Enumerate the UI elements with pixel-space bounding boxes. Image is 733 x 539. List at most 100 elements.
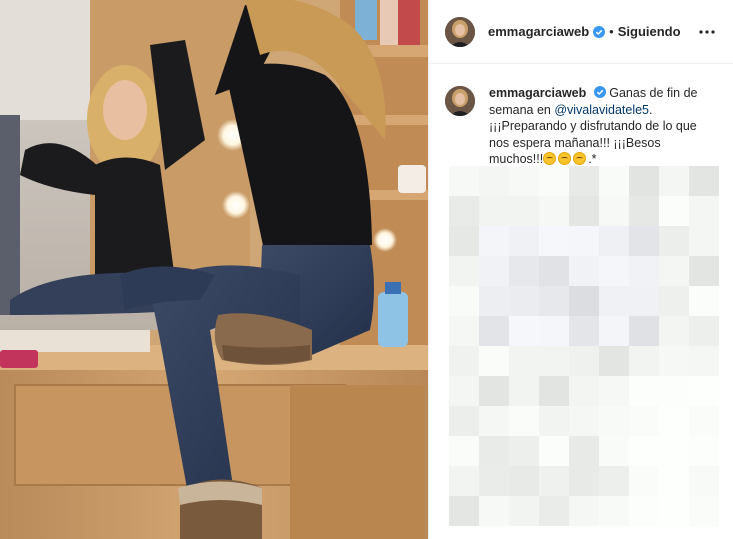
mosaic-cell — [659, 196, 689, 226]
mosaic-cell — [479, 436, 509, 466]
mosaic-cell — [539, 316, 569, 346]
mosaic-cell — [479, 316, 509, 346]
kissing-face-emoji-icon — [558, 152, 572, 166]
mosaic-cell — [689, 466, 719, 496]
mosaic-cell — [479, 496, 509, 526]
mosaic-cell — [659, 346, 689, 376]
mosaic-cell — [689, 226, 719, 256]
mosaic-cell — [689, 166, 719, 196]
mosaic-cell — [689, 496, 719, 526]
verified-badge-icon — [593, 25, 606, 38]
mosaic-cell — [569, 376, 599, 406]
avatar-image — [445, 86, 475, 116]
mosaic-cell — [599, 376, 629, 406]
mosaic-cell — [629, 286, 659, 316]
mosaic-cell — [569, 316, 599, 346]
mosaic-cell — [629, 466, 659, 496]
mosaic-cell — [479, 466, 509, 496]
mosaic-cell — [659, 256, 689, 286]
mosaic-cell — [479, 226, 509, 256]
caption-avatar[interactable] — [445, 86, 475, 116]
mosaic-cell — [659, 226, 689, 256]
mosaic-cell — [689, 436, 719, 466]
caption-text: emmagarciaweb Ganas de fin de semana en … — [489, 85, 717, 168]
mosaic-cell — [449, 226, 479, 256]
follow-status-button[interactable]: Siguiendo — [618, 24, 681, 39]
mosaic-cell — [539, 196, 569, 226]
post-header: emmagarciaweb • Siguiendo — [429, 0, 733, 64]
mosaic-cell — [449, 346, 479, 376]
verified-badge-icon — [593, 86, 606, 98]
post-caption: emmagarciaweb Ganas de fin de semana en … — [429, 64, 733, 168]
mosaic-cell — [569, 436, 599, 466]
mosaic-cell — [539, 256, 569, 286]
mosaic-cell — [509, 346, 539, 376]
mosaic-cell — [509, 406, 539, 436]
mosaic-cell — [629, 436, 659, 466]
mosaic-cell — [689, 256, 719, 286]
mosaic-cell — [569, 286, 599, 316]
mosaic-cell — [509, 226, 539, 256]
mosaic-cell — [659, 166, 689, 196]
mosaic-cell — [599, 256, 629, 286]
post-image — [0, 0, 428, 539]
mosaic-cell — [599, 466, 629, 496]
mosaic-cell — [599, 346, 629, 376]
mosaic-cell — [509, 196, 539, 226]
mosaic-cell — [509, 496, 539, 526]
mosaic-cell — [479, 346, 509, 376]
mosaic-cell — [449, 496, 479, 526]
mosaic-cell — [539, 436, 569, 466]
mosaic-cell — [689, 196, 719, 226]
mosaic-cell — [449, 436, 479, 466]
mosaic-cell — [569, 166, 599, 196]
mosaic-cell — [659, 316, 689, 346]
mosaic-cell — [449, 196, 479, 226]
mosaic-cell — [569, 496, 599, 526]
mosaic-cell — [659, 436, 689, 466]
post-photo[interactable] — [0, 0, 428, 539]
caption-username-link[interactable]: emmagarciaweb — [489, 86, 586, 100]
mosaic-cell — [629, 406, 659, 436]
mosaic-cell — [599, 496, 629, 526]
mosaic-cell — [629, 256, 659, 286]
mosaic-cell — [659, 466, 689, 496]
mosaic-cell — [509, 286, 539, 316]
mosaic-cell — [599, 406, 629, 436]
mosaic-cell — [689, 346, 719, 376]
mosaic-cell — [539, 346, 569, 376]
mosaic-cell — [539, 496, 569, 526]
mosaic-cell — [569, 226, 599, 256]
mosaic-cell — [629, 196, 659, 226]
mosaic-cell — [569, 256, 599, 286]
mosaic-cell — [629, 376, 659, 406]
mention-link[interactable]: @vivalavidatele5 — [554, 103, 649, 117]
more-options-icon[interactable] — [695, 20, 719, 44]
mosaic-cell — [569, 466, 599, 496]
mosaic-cell — [629, 496, 659, 526]
mosaic-cell — [659, 286, 689, 316]
mosaic-cell — [449, 316, 479, 346]
mosaic-cell — [479, 256, 509, 286]
avatar[interactable] — [445, 16, 475, 47]
mosaic-cell — [599, 226, 629, 256]
caption-body-3: .* — [588, 152, 597, 167]
mosaic-cell — [539, 406, 569, 436]
kissing-face-emoji-icon — [573, 152, 587, 166]
mosaic-cell — [479, 376, 509, 406]
mosaic-cell — [449, 406, 479, 436]
mosaic-cell — [539, 286, 569, 316]
mosaic-cell — [509, 466, 539, 496]
avatar-image — [445, 16, 475, 47]
username-link[interactable]: emmagarciaweb — [488, 24, 589, 39]
mosaic-cell — [569, 346, 599, 376]
mosaic-cell — [449, 166, 479, 196]
mosaic-cell — [569, 196, 599, 226]
mosaic-cell — [689, 316, 719, 346]
mosaic-cell — [509, 166, 539, 196]
mosaic-cell — [449, 466, 479, 496]
mosaic-cell — [599, 166, 629, 196]
mosaic-cell — [539, 466, 569, 496]
mosaic-cell — [479, 166, 509, 196]
mosaic-cell — [659, 496, 689, 526]
